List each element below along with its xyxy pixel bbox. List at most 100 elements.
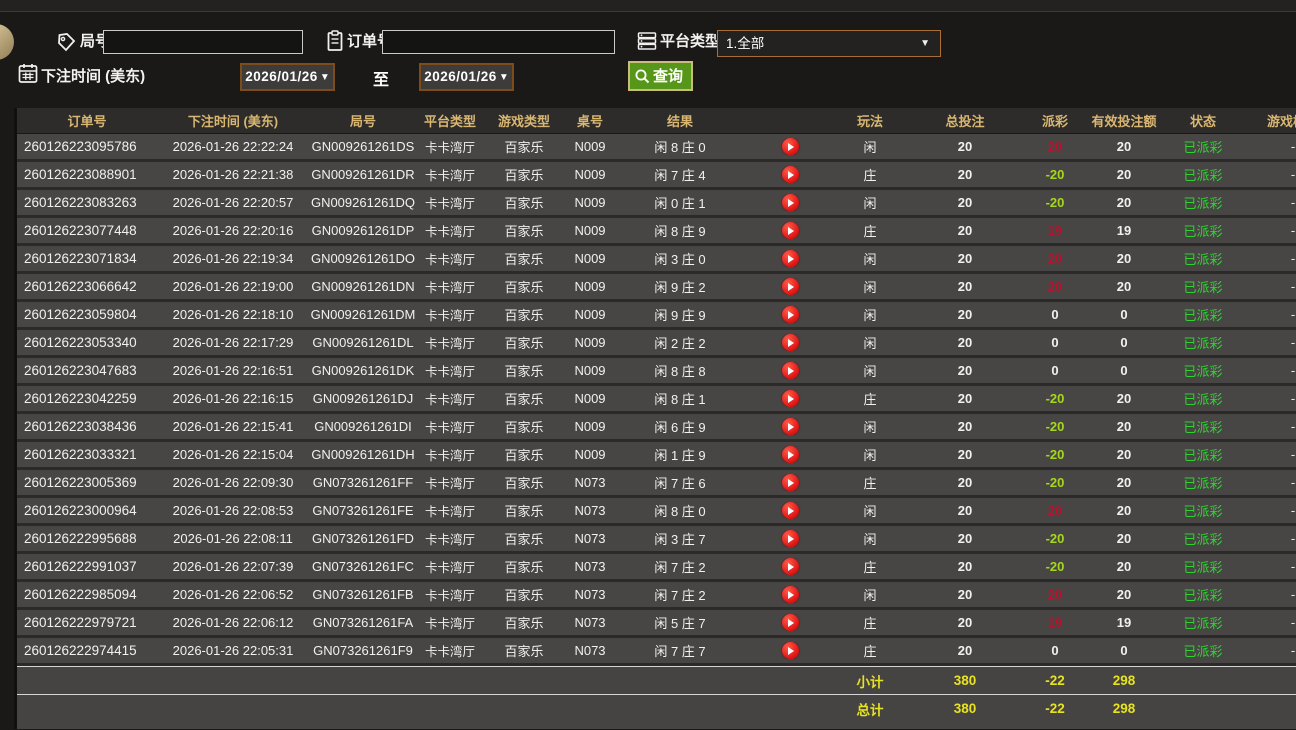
play-video-icon[interactable]	[782, 502, 799, 519]
order-number-cell: 260126223000964	[17, 503, 157, 518]
header-total-bet: 总投注	[905, 111, 1025, 130]
bet-time-cell: 2026-01-26 22:20:57	[157, 195, 309, 210]
game-mode-cell: -	[1243, 279, 1296, 294]
payout-cell: -20	[1025, 391, 1085, 406]
chevron-down-icon: ▼	[320, 72, 330, 83]
order-number-input[interactable]	[382, 30, 615, 54]
play-triangle	[788, 255, 794, 263]
total-bet-cell: 20	[905, 615, 1025, 630]
header-result: 结果	[615, 111, 745, 130]
order-number-cell: 260126223047683	[17, 363, 157, 378]
game-type-cell: 百家乐	[483, 221, 565, 240]
play-cell	[745, 502, 835, 519]
play-video-icon[interactable]	[782, 390, 799, 407]
order-number-cell: 260126223059804	[17, 307, 157, 322]
bet-time-cell: 2026-01-26 22:16:15	[157, 391, 309, 406]
platform-type-cell: 卡卡湾厅	[417, 277, 483, 296]
total-bet-cell: 20	[905, 251, 1025, 266]
grand-total-payout: -22	[1025, 701, 1085, 716]
play-video-icon[interactable]	[782, 530, 799, 547]
play-triangle	[788, 227, 794, 235]
game-type-cell: 百家乐	[483, 445, 565, 464]
valid-bet-cell: 20	[1085, 195, 1163, 210]
status-cell: 已派彩	[1163, 641, 1243, 660]
play-video-icon[interactable]	[782, 614, 799, 631]
platform-type-select[interactable]: 1.全部 ▼	[717, 30, 941, 57]
table-row: 2601262230889012026-01-26 22:21:38GN0092…	[17, 162, 1296, 190]
play-cell	[745, 614, 835, 631]
result-cell: 闲 7 庄 2	[615, 585, 745, 604]
bet-time-cell: 2026-01-26 22:18:10	[157, 307, 309, 322]
play-cell	[745, 558, 835, 575]
play-video-icon[interactable]	[782, 250, 799, 267]
platform-type-cell: 卡卡湾厅	[417, 529, 483, 548]
valid-bet-cell: 20	[1085, 391, 1163, 406]
status-cell: 已派彩	[1163, 445, 1243, 464]
game-type-cell: 百家乐	[483, 417, 565, 436]
table-number-cell: N073	[565, 531, 615, 546]
game-mode-cell: -	[1243, 139, 1296, 154]
order-number-cell: 260126222995688	[17, 531, 157, 546]
table-row: 2601262229744152026-01-26 22:05:31GN0732…	[17, 638, 1296, 666]
clipboard-icon	[326, 30, 344, 52]
status-cell: 已派彩	[1163, 417, 1243, 436]
header-status: 状态	[1163, 111, 1243, 130]
round-number-input[interactable]	[103, 30, 303, 54]
play-triangle	[788, 143, 794, 151]
play-video-icon[interactable]	[782, 306, 799, 323]
play-video-icon[interactable]	[782, 642, 799, 659]
play-triangle	[788, 283, 794, 291]
play-video-icon[interactable]	[782, 474, 799, 491]
total-bet-cell: 20	[905, 419, 1025, 434]
play-video-icon[interactable]	[782, 362, 799, 379]
bet-type-cell: 闲	[835, 277, 905, 296]
order-number-cell: 260126223088901	[17, 167, 157, 182]
date-from-picker[interactable]: 2026/01/26▼	[240, 63, 335, 91]
status-cell: 已派彩	[1163, 193, 1243, 212]
play-triangle	[788, 451, 794, 459]
table-number-cell: N073	[565, 615, 615, 630]
bet-time-cell: 2026-01-26 22:22:24	[157, 139, 309, 154]
table-row: 2601262230957862026-01-26 22:22:24GN0092…	[17, 134, 1296, 162]
play-video-icon[interactable]	[782, 586, 799, 603]
bet-time-cell: 2026-01-26 22:15:41	[157, 419, 309, 434]
bet-time-cell: 2026-01-26 22:19:34	[157, 251, 309, 266]
bet-time-cell: 2026-01-26 22:19:00	[157, 279, 309, 294]
play-triangle	[788, 423, 794, 431]
play-video-icon[interactable]	[782, 334, 799, 351]
search-button[interactable]: 查询	[628, 61, 693, 91]
valid-bet-cell: 0	[1085, 307, 1163, 322]
valid-bet-cell: 20	[1085, 279, 1163, 294]
bet-type-cell: 庄	[835, 557, 905, 576]
play-video-icon[interactable]	[782, 446, 799, 463]
game-mode-cell: -	[1243, 251, 1296, 266]
subtotal-payout: -22	[1025, 673, 1085, 688]
play-video-icon[interactable]	[782, 278, 799, 295]
platform-type-cell: 卡卡湾厅	[417, 585, 483, 604]
play-cell	[745, 390, 835, 407]
subtotal-label: 小计	[835, 671, 905, 691]
play-video-icon[interactable]	[782, 166, 799, 183]
date-to-picker[interactable]: 2026/01/26▼	[419, 63, 514, 91]
tag-icon	[56, 32, 76, 52]
play-cell	[745, 418, 835, 435]
game-mode-cell: -	[1243, 307, 1296, 322]
platform-stack-icon	[637, 31, 657, 51]
total-bet-cell: 20	[905, 503, 1025, 518]
result-cell: 闲 7 庄 2	[615, 557, 745, 576]
bet-time-cell: 2026-01-26 22:21:38	[157, 167, 309, 182]
bet-type-cell: 闲	[835, 361, 905, 380]
play-video-icon[interactable]	[782, 558, 799, 575]
payout-cell: 0	[1025, 643, 1085, 658]
header-order-number: 订单号	[17, 111, 157, 130]
play-video-icon[interactable]	[782, 222, 799, 239]
play-triangle	[788, 619, 794, 627]
play-triangle	[788, 563, 794, 571]
round-number-cell: GN073261261FB	[309, 587, 417, 602]
platform-type-cell: 卡卡湾厅	[417, 193, 483, 212]
play-video-icon[interactable]	[782, 138, 799, 155]
side-panel-handle[interactable]	[0, 24, 14, 60]
subtotal-valid-bet: 298	[1085, 673, 1163, 688]
play-video-icon[interactable]	[782, 418, 799, 435]
play-video-icon[interactable]	[782, 194, 799, 211]
